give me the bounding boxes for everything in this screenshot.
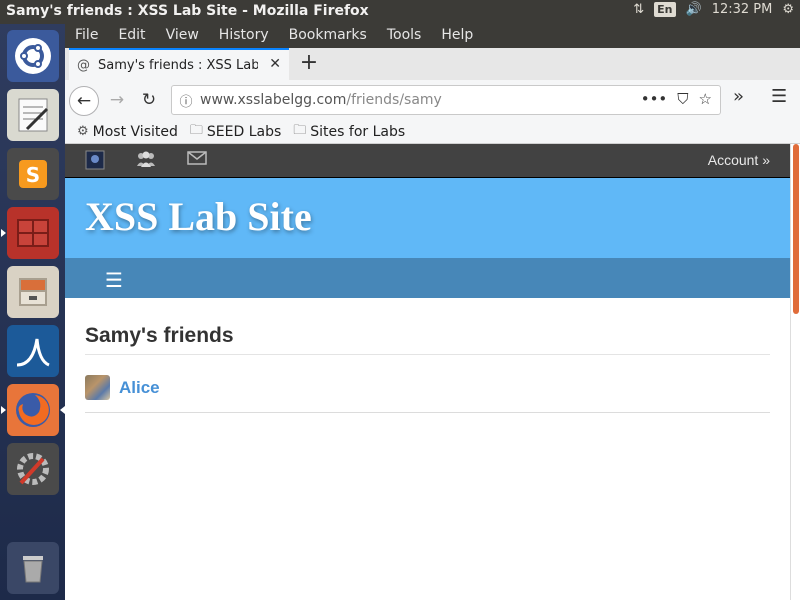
bookmark-label: Most Visited (92, 123, 178, 140)
menu-bar: File Edit View History Bookmarks Tools H… (65, 24, 800, 48)
bookmarks-toolbar: ⚙ Most Visited 🗀 SEED Labs 🗀 Sites for Labs (65, 120, 800, 144)
hamburger-menu-icon[interactable]: ☰ (771, 86, 787, 107)
main-content: Samy's friends Alice (85, 324, 770, 413)
menu-view[interactable]: View (166, 24, 209, 48)
site-title[interactable]: XSS Lab Site (85, 193, 312, 240)
friend-link[interactable]: Alice (119, 378, 160, 398)
friends-icon[interactable] (135, 150, 157, 172)
back-button[interactable]: ← (69, 86, 99, 116)
system-tray: ⇅ En 🔊 12:32 PM ⚙ (633, 2, 794, 17)
navigation-toolbar: ← → ↻ ⓘ www.xsslabelgg.com /friends/samy… (65, 80, 800, 120)
overflow-chevron-icon[interactable]: » (733, 86, 744, 107)
close-tab-icon[interactable]: ✕ (269, 56, 281, 72)
forward-button[interactable]: → (103, 86, 131, 114)
wireshark-icon[interactable] (7, 325, 59, 377)
url-bar[interactable]: ⓘ www.xsslabelgg.com /friends/samy ••• ⛉… (171, 85, 721, 115)
scrollbar[interactable] (790, 144, 800, 600)
tab-strip: @ Samy's friends : XSS Lab ✕ + (65, 48, 800, 80)
system-top-bar: Samy's friends : XSS Lab Site - Mozilla … (0, 0, 800, 24)
pocket-icon[interactable]: ⛉ (677, 90, 688, 108)
site-nav-bar: ☰ (65, 258, 790, 298)
new-tab-button[interactable]: + (295, 50, 323, 75)
elgg-logo-icon[interactable] (85, 150, 105, 174)
firefox-icon[interactable] (1, 384, 65, 436)
sublime-text-icon[interactable]: S (7, 148, 59, 200)
text-editor-icon[interactable] (7, 89, 59, 141)
gear-icon: ⚙ (77, 124, 89, 139)
bookmark-label: Sites for Labs (310, 123, 406, 140)
url-path: /friends/samy (346, 92, 442, 108)
menu-bookmarks[interactable]: Bookmarks (289, 24, 377, 48)
ubuntu-dash-icon[interactable] (7, 30, 59, 82)
keyboard-language[interactable]: En (654, 2, 676, 17)
url-host: www.xsslabelgg.com (200, 92, 347, 108)
menu-help[interactable]: Help (441, 24, 483, 48)
menu-edit[interactable]: Edit (118, 24, 155, 48)
launcher: S (0, 24, 65, 600)
account-menu[interactable]: Account » (708, 152, 770, 168)
avatar[interactable] (85, 375, 110, 400)
files-icon[interactable] (7, 266, 59, 318)
page-content: Account » XSS Lab Site ☰ Samy's friends … (65, 144, 800, 600)
page-title: Samy's friends (85, 324, 770, 355)
tab-active[interactable]: @ Samy's friends : XSS Lab ✕ (69, 48, 289, 80)
menu-file[interactable]: File (75, 24, 108, 48)
trash-icon[interactable] (7, 542, 59, 594)
bookmark-most-visited[interactable]: ⚙ Most Visited (77, 124, 178, 140)
messages-envelope-icon[interactable] (187, 150, 207, 170)
list-item: Alice (85, 363, 770, 413)
folder-icon: 🗀 (293, 122, 307, 138)
svg-text:S: S (26, 163, 40, 187)
window-title: Samy's friends : XSS Lab Site - Mozilla … (6, 3, 369, 19)
firefox-window: File Edit View History Bookmarks Tools H… (65, 24, 800, 600)
bookmark-label: SEED Labs (206, 123, 282, 140)
scrollbar-thumb[interactable] (793, 144, 799, 314)
folder-icon: 🗀 (189, 122, 203, 138)
menu-toggle-icon[interactable]: ☰ (105, 268, 123, 292)
volume-icon[interactable]: 🔊 (686, 2, 702, 17)
elgg-favicon-icon: @ (77, 57, 90, 73)
tab-title: Samy's friends : XSS Lab (98, 57, 258, 73)
terminal-icon[interactable] (1, 207, 59, 259)
bookmark-star-icon[interactable]: ☆ (699, 90, 712, 108)
info-icon[interactable]: ⓘ (172, 91, 200, 110)
page-actions-icon[interactable]: ••• (641, 90, 668, 108)
clock[interactable]: 12:32 PM (712, 2, 773, 17)
system-settings-icon[interactable] (7, 443, 59, 495)
bookmark-sites-for-labs[interactable]: 🗀 Sites for Labs (293, 121, 405, 143)
menu-tools[interactable]: Tools (387, 24, 432, 48)
reload-button[interactable]: ↻ (135, 86, 163, 114)
elgg-topbar: Account » (65, 144, 790, 178)
site-header: XSS Lab Site (65, 178, 790, 258)
menu-history[interactable]: History (219, 24, 279, 48)
settings-gear-icon[interactable]: ⚙ (782, 2, 794, 17)
bookmark-seed-labs[interactable]: 🗀 SEED Labs (190, 121, 281, 143)
network-icon[interactable]: ⇅ (633, 2, 644, 17)
